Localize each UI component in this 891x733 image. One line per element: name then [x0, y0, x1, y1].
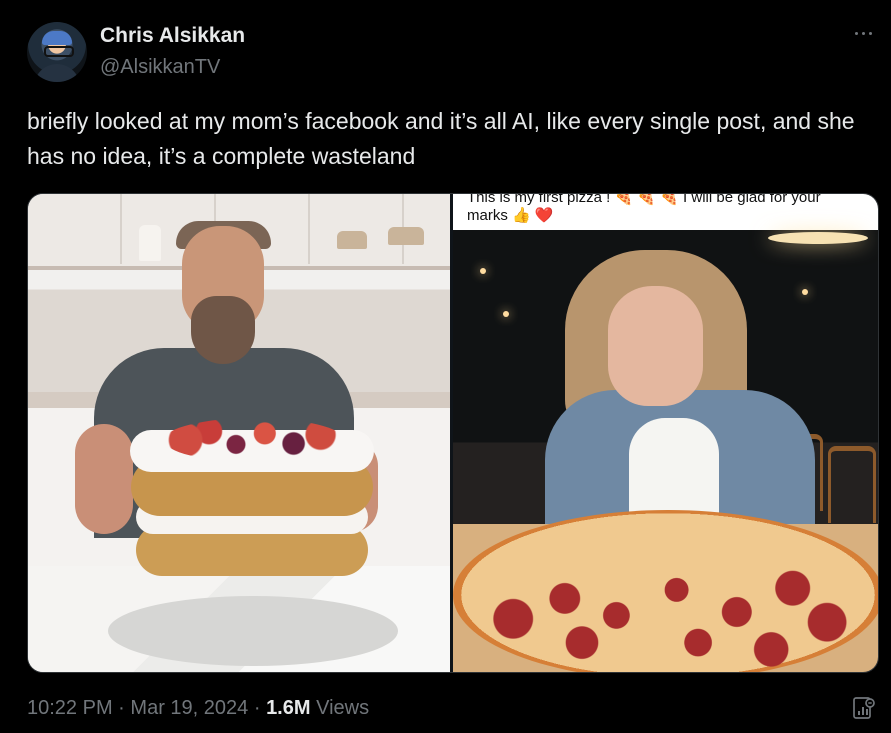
string-light	[503, 311, 509, 317]
tweet-text: briefly looked at my mom’s facebook and …	[27, 108, 855, 169]
decor-bowl	[388, 227, 424, 245]
avatar-cap	[42, 31, 72, 45]
caption-line-1: This is my first pizza ! 🍕 🍕 🍕 I will be…	[467, 194, 821, 206]
separator-dot: ·	[253, 697, 261, 719]
caption-box: This is my first pizza ! 🍕 🍕 🍕 I will be…	[453, 194, 878, 230]
pepperoni-pizza	[453, 510, 878, 672]
author-name[interactable]: Chris Alsikkan	[100, 24, 245, 48]
string-light	[802, 289, 808, 295]
more-icon-dot	[861, 31, 865, 35]
tweet-container: Chris Alsikkan @AlsikkanTV briefly looke…	[0, 0, 891, 733]
decor-bowl	[337, 231, 367, 249]
caption-line-2: marks 👍 ❤️	[467, 207, 554, 224]
more-button[interactable]	[852, 22, 874, 44]
more-icon	[854, 31, 858, 35]
views-count: 1.6M	[266, 697, 311, 719]
man-beard	[191, 296, 255, 364]
author-avatar[interactable]	[27, 22, 87, 82]
analytics-icon[interactable]	[850, 695, 876, 721]
more-icon-dot	[868, 31, 872, 35]
avatar-glasses	[44, 46, 74, 57]
woman-face	[608, 286, 703, 406]
cabinet-door	[28, 194, 122, 264]
white-top	[629, 418, 719, 518]
author-handle[interactable]: @AlsikkanTV	[100, 56, 220, 79]
string-light	[480, 268, 486, 274]
left-arm	[75, 424, 133, 534]
media-grid[interactable]: This is my first pizza ! 🍕 🍕 🍕 I will be…	[27, 193, 879, 673]
ceiling-lamp	[768, 232, 868, 244]
cake-plate	[108, 596, 398, 666]
decor-vase	[139, 225, 161, 261]
timestamp[interactable]: 10:22 PM	[27, 697, 113, 719]
restaurant-chair	[828, 446, 876, 523]
left-image[interactable]	[28, 194, 450, 672]
date[interactable]: Mar 19, 2024	[130, 697, 248, 719]
avatar-shoulders	[34, 64, 80, 82]
views-label: Views	[316, 697, 370, 719]
tweet-footer: 10:22 PM · Mar 19, 2024 · 1.6M Views	[27, 697, 369, 720]
cake-berries	[164, 418, 344, 462]
right-image[interactable]: This is my first pizza ! 🍕 🍕 🍕 I will be…	[453, 194, 878, 672]
separator-dot: ·	[118, 697, 125, 719]
